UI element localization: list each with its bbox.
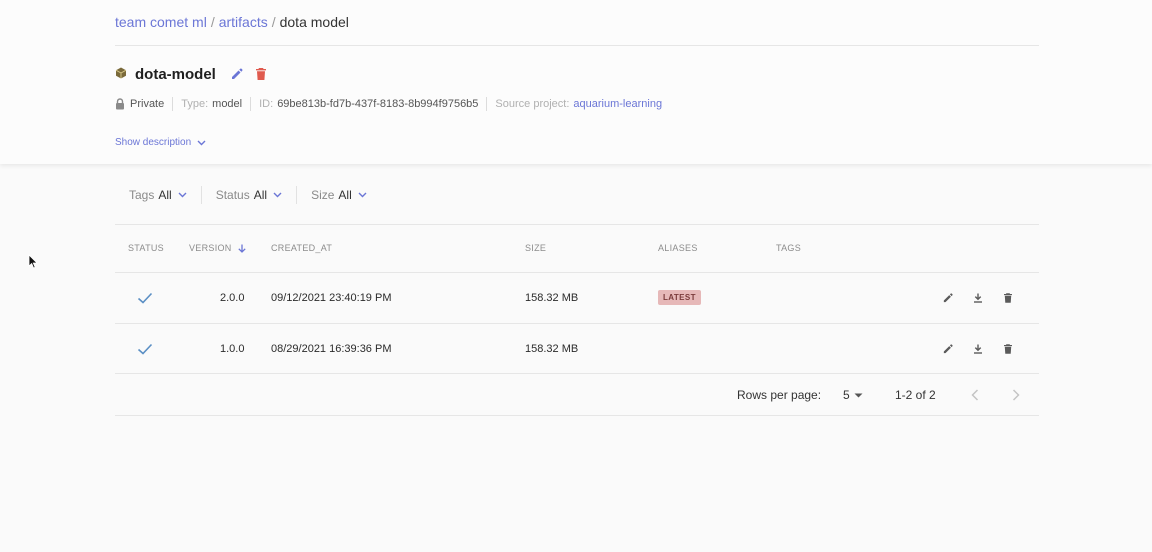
column-header-version-label: VERSION bbox=[189, 243, 232, 253]
type-value: model bbox=[212, 98, 243, 110]
filter-size-label: Size bbox=[311, 188, 335, 202]
meta-divider bbox=[172, 97, 174, 111]
row-actions bbox=[939, 341, 1017, 357]
show-description-toggle[interactable]: Show description bbox=[115, 137, 206, 148]
table-pagination: Rows per page: 5 1-2 of 2 bbox=[115, 378, 1039, 412]
column-header-tags[interactable]: TAGS bbox=[776, 243, 801, 253]
rows-per-page-label: Rows per page: bbox=[737, 388, 822, 402]
visibility-value: Private bbox=[130, 98, 165, 110]
column-header-size[interactable]: SIZE bbox=[525, 243, 546, 253]
next-page-chevron-right-icon[interactable] bbox=[1007, 386, 1025, 404]
chevron-down-icon bbox=[273, 192, 282, 198]
version-cell: 2.0.0 bbox=[220, 292, 245, 304]
sort-arrow-down-icon bbox=[237, 244, 246, 253]
row-actions bbox=[939, 290, 1017, 306]
pagination-divider bbox=[115, 415, 1039, 416]
filter-size-value: All bbox=[338, 188, 352, 202]
rows-per-page-select[interactable]: 5 bbox=[843, 388, 863, 402]
column-header-aliases[interactable]: ALIASES bbox=[658, 243, 698, 253]
breadcrumb: team comet ml / artifacts / dota model bbox=[115, 14, 349, 30]
edit-version-pencil-icon[interactable] bbox=[939, 341, 957, 357]
filter-status-label: Status bbox=[215, 188, 250, 202]
download-version-icon[interactable] bbox=[969, 341, 987, 357]
chevron-down-icon bbox=[178, 192, 187, 198]
column-header-version[interactable]: VERSION bbox=[189, 243, 246, 253]
breadcrumb-team-link[interactable]: team comet ml bbox=[115, 14, 207, 30]
meta-divider bbox=[250, 97, 252, 111]
filter-tags[interactable]: Tags All bbox=[115, 188, 201, 202]
edit-name-pencil-icon[interactable] bbox=[228, 65, 246, 83]
delete-artifact-trash-icon[interactable] bbox=[252, 65, 270, 83]
source-project-label: Source project: bbox=[495, 98, 570, 110]
meta-divider bbox=[486, 97, 488, 111]
artifact-header: team comet ml / artifacts / dota model d… bbox=[0, 0, 1152, 164]
breadcrumb-current: dota model bbox=[279, 14, 349, 30]
size-cell: 158.32 MB bbox=[525, 343, 579, 355]
pagination-range: 1-2 of 2 bbox=[895, 388, 936, 402]
size-cell: 158.32 MB bbox=[525, 292, 579, 304]
table-top-divider bbox=[115, 224, 1039, 225]
filter-status-value: All bbox=[253, 188, 268, 202]
mouse-pointer-icon bbox=[28, 254, 38, 269]
check-icon bbox=[137, 292, 153, 304]
table-row[interactable]: 2.0.0 09/12/2021 23:40:19 PM 158.32 MB L… bbox=[115, 273, 1039, 323]
artifact-meta: Private Type: model ID: 69be813b-fd7b-43… bbox=[115, 96, 662, 112]
artifact-title-row: dota-model bbox=[115, 63, 276, 85]
lock-icon bbox=[116, 98, 124, 110]
check-icon bbox=[137, 343, 153, 355]
breadcrumb-artifacts-link[interactable]: artifacts bbox=[219, 14, 268, 30]
type-label: Type: bbox=[181, 98, 209, 110]
filter-tags-label: Tags bbox=[129, 188, 155, 202]
id-value: 69be813b-fd7b-437f-8183-8b994f9756b5 bbox=[277, 98, 479, 110]
filter-tags-value: All bbox=[158, 188, 172, 202]
version-filters: Tags All Status All Size All bbox=[115, 184, 381, 206]
table-row[interactable]: 1.0.0 08/29/2021 16:39:36 PM 158.32 MB bbox=[115, 324, 1039, 374]
caret-down-icon bbox=[854, 393, 863, 397]
created-at-cell: 09/12/2021 23:40:19 PM bbox=[271, 292, 392, 304]
column-header-created-at[interactable]: CREATED_AT bbox=[271, 243, 332, 253]
show-description-label: Show description bbox=[115, 137, 192, 148]
created-at-cell: 08/29/2021 16:39:36 PM bbox=[271, 343, 392, 355]
previous-page-chevron-left-icon[interactable] bbox=[966, 386, 984, 404]
edit-version-pencil-icon[interactable] bbox=[939, 290, 957, 306]
column-header-status[interactable]: STATUS bbox=[128, 243, 164, 253]
chevron-down-icon bbox=[358, 192, 367, 198]
version-cell: 1.0.0 bbox=[220, 343, 245, 355]
id-label: ID: bbox=[259, 98, 274, 110]
alias-latest-badge: LATEST bbox=[658, 290, 701, 305]
download-version-icon[interactable] bbox=[969, 290, 987, 306]
package-icon bbox=[115, 67, 129, 81]
artifact-name: dota-model bbox=[135, 65, 216, 83]
rows-per-page-value: 5 bbox=[843, 388, 850, 402]
table-bottom-divider bbox=[115, 373, 1039, 374]
source-project-link[interactable]: aquarium-learning bbox=[573, 98, 662, 110]
delete-version-trash-icon[interactable] bbox=[999, 290, 1017, 306]
header-divider bbox=[115, 45, 1039, 46]
breadcrumb-separator: / bbox=[271, 14, 276, 30]
filter-status[interactable]: Status All bbox=[202, 188, 296, 202]
delete-version-trash-icon[interactable] bbox=[999, 341, 1017, 357]
breadcrumb-separator: / bbox=[210, 14, 215, 30]
filter-size[interactable]: Size All bbox=[297, 188, 381, 202]
chevron-down-icon bbox=[197, 140, 206, 145]
